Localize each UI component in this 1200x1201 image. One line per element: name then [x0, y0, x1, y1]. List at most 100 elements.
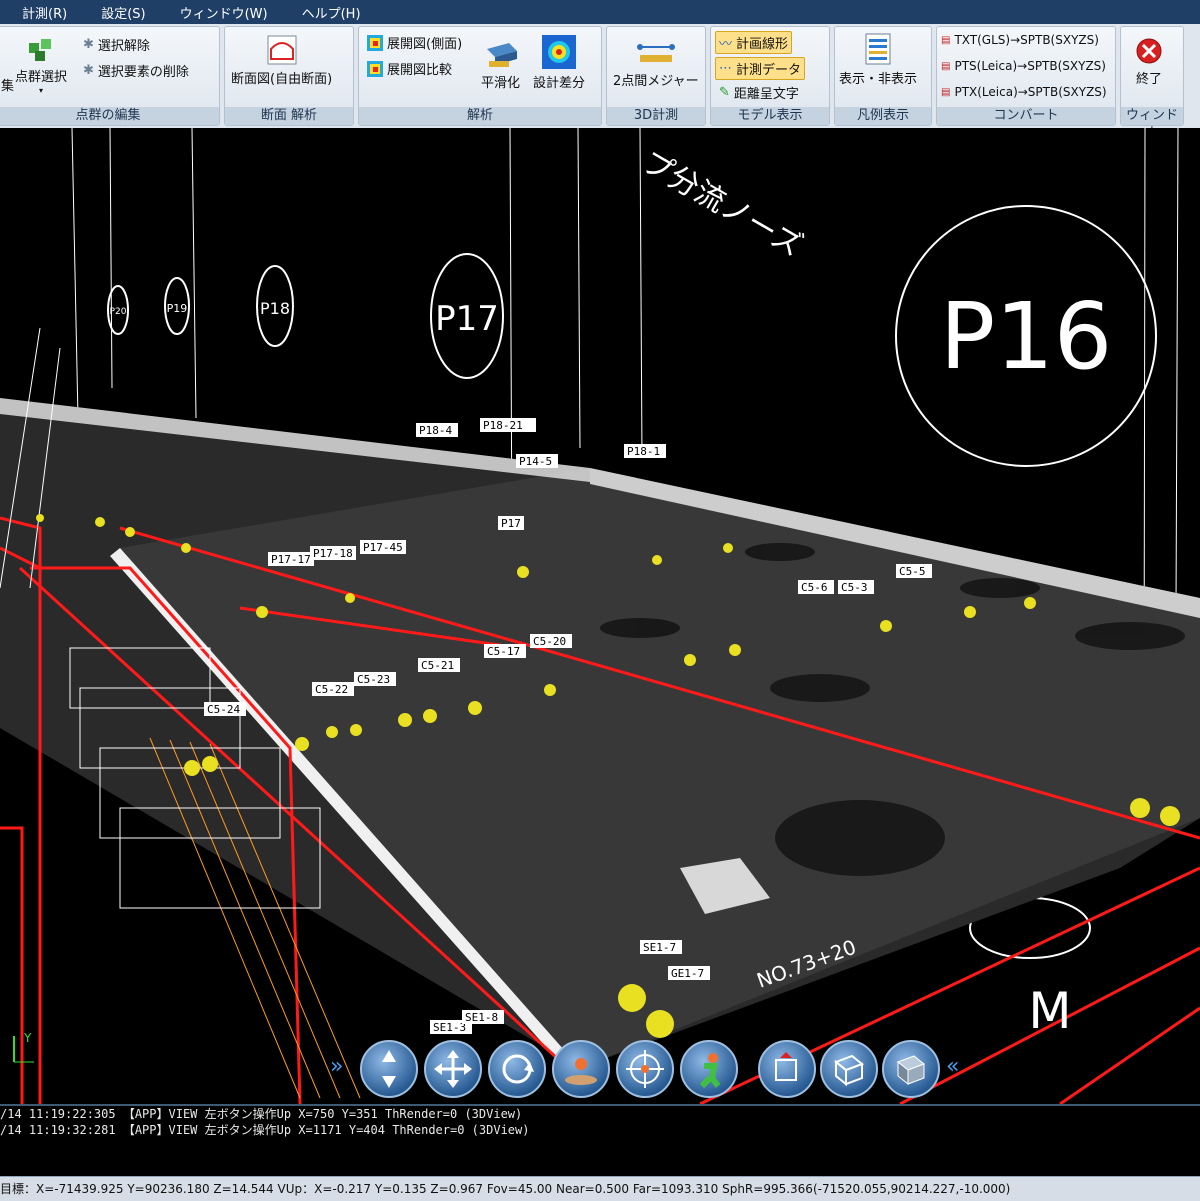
rotate-button[interactable]	[488, 1040, 546, 1098]
delete-icon: ✱	[83, 63, 94, 78]
rotate-icon	[502, 1054, 534, 1084]
heatmap-icon	[367, 34, 383, 51]
exit-icon	[1136, 38, 1162, 64]
walk-button[interactable]	[680, 1040, 738, 1098]
select-cut-button[interactable]: 集	[1, 75, 14, 94]
pier-label-p20: P20	[110, 307, 127, 317]
note-label: プ分流ノーズ	[636, 145, 808, 265]
section-icon	[267, 35, 297, 65]
status-bar: 目標：X=-71439.925 Y=90236.180 Z=14.544 VUp…	[0, 1176, 1200, 1201]
smoothing-button[interactable]: 平滑化	[481, 39, 520, 91]
zoom-button[interactable]	[360, 1040, 418, 1098]
view-solid-button[interactable]	[882, 1040, 940, 1098]
menu-settings[interactable]: 設定(S)	[101, 3, 145, 22]
log-line: /14 11:19:22:305 【APP】VIEW 左ボタン操作Up X=75…	[0, 1107, 523, 1121]
smoothing-icon	[486, 43, 517, 67]
tag: C5-3	[838, 580, 874, 594]
convert-txt-button[interactable]: ▤ TXT(GLS)→SPTB(SXYZS)	[941, 33, 1099, 47]
cubes-icon	[29, 39, 51, 61]
development-compare-button[interactable]: 展開図比較	[367, 59, 452, 78]
svg-text:C5-17: C5-17	[487, 645, 520, 658]
dots-icon: ⋯	[719, 61, 732, 76]
group-label: 凡例表示	[835, 107, 931, 125]
design-diff-icon	[542, 35, 576, 69]
walker-icon	[699, 1053, 721, 1089]
exit-label: 終了	[1135, 72, 1162, 87]
two-point-measure-button[interactable]: 2点間メジャー	[613, 39, 699, 89]
select-cut-label: 集	[1, 79, 15, 94]
text-icon: ✎	[719, 85, 730, 100]
tag: C5-21	[418, 658, 460, 672]
tag: C5-23	[354, 672, 396, 686]
pan-arrows-icon	[434, 1050, 472, 1088]
development-side-label: 展開図(側面)	[387, 37, 463, 52]
dropdown-arrow-icon: ▾	[39, 86, 44, 95]
pan-button[interactable]	[424, 1040, 482, 1098]
group-pointcloud-edit: 集 点群選択 ▾ ✱ 選択解除 ✱ 選択要素の削除 点群の編集	[0, 26, 220, 126]
group-analysis: 展開図(側面) 展開図比較 平滑化 設計差分 解析	[358, 26, 602, 126]
convert-ptx-button[interactable]: ▤ PTX(Leica)→SPTB(SXYZS)	[941, 85, 1107, 99]
group-model-display: 〰計画線形 ⋯ 計測データ ✎ 距離呈文字 モデル表示	[710, 26, 830, 126]
deselect-label: 選択解除	[97, 39, 150, 54]
axis-gizmo: Y	[13, 1031, 34, 1063]
svg-text:P17-17: P17-17	[271, 553, 311, 566]
tag: C5-6	[798, 580, 834, 594]
svg-text:C5-21: C5-21	[421, 659, 454, 672]
focus-target-button[interactable]	[616, 1040, 674, 1098]
convert-txt-label: TXT(GLS)→SPTB(SXYZS)	[954, 33, 1099, 47]
plan-alignment-button[interactable]: 〰計画線形	[715, 31, 793, 54]
tag: C5-22	[312, 682, 354, 696]
delete-selection-label: 選択要素の削除	[97, 65, 189, 80]
crosshair-icon	[626, 1050, 664, 1088]
group-legend: 表示・非表示 凡例表示	[834, 26, 932, 126]
group-label: 3D計測	[607, 107, 705, 125]
view-top-button[interactable]	[758, 1040, 816, 1098]
svg-text:C5-6: C5-6	[801, 581, 828, 594]
tag: P18-4	[416, 423, 458, 437]
group-label: 解析	[359, 107, 601, 125]
plan-alignment-label: 計画線形	[736, 37, 789, 52]
group-label: ウィンドウ	[1121, 107, 1183, 141]
group-3d-measure: 2点間メジャー 3D計測	[606, 26, 706, 126]
svg-text:P14-5: P14-5	[519, 455, 552, 468]
target-point-button[interactable]	[552, 1040, 610, 1098]
smoothing-label: 平滑化	[481, 76, 521, 91]
distance-text-button[interactable]: ✎ 距離呈文字	[719, 83, 799, 102]
svg-text:SE1-3: SE1-3	[433, 1021, 466, 1034]
show-hide-button[interactable]: 表示・非表示	[839, 33, 917, 87]
group-label: モデル表示	[711, 107, 829, 125]
svg-text:C5-22: C5-22	[315, 683, 348, 696]
view-perspective-button[interactable]	[820, 1040, 878, 1098]
menu-measure[interactable]: 計測(R)	[22, 3, 67, 22]
design-diff-button[interactable]: 設計差分	[533, 35, 585, 91]
development-side-button[interactable]: 展開図(側面)	[367, 33, 462, 52]
tag: C5-20	[530, 634, 572, 648]
target-person-icon	[565, 1058, 597, 1085]
menu-help[interactable]: ヘルプ(H)	[302, 3, 361, 22]
section-view-button[interactable]: 断面図(自由断面)	[231, 35, 332, 87]
scene-canvas[interactable]: P16 P17 P18 P19 P20 プ分流ノーズ P18-4 P18-21 …	[0, 128, 1200, 1104]
tag: P17-17	[268, 552, 314, 566]
measured-data-button[interactable]: ⋯ 計測データ	[715, 57, 806, 80]
3d-viewport[interactable]: P16 P17 P18 P19 P20 プ分流ノーズ P18-4 P18-21 …	[0, 128, 1200, 1104]
convert-pts-label: PTS(Leica)→SPTB(SXYZS)	[954, 59, 1106, 73]
convert-pts-button[interactable]: ▤ PTS(Leica)→SPTB(SXYZS)	[941, 59, 1106, 73]
two-point-measure-label: 2点間メジャー	[613, 74, 699, 89]
svg-text:C5-24: C5-24	[207, 703, 240, 716]
exit-button[interactable]: 終了	[1135, 37, 1163, 87]
pointcloud-select-button[interactable]: 点群選択 ▾	[15, 35, 67, 95]
svg-text:C5-23: C5-23	[357, 673, 390, 686]
deselect-button[interactable]: ✱ 選択解除	[83, 35, 150, 54]
menu-window[interactable]: ウィンドウ(W)	[180, 3, 268, 22]
log-panel[interactable]: /14 11:19:22:305 【APP】VIEW 左ボタン操作Up X=75…	[0, 1104, 1200, 1178]
show-hide-label: 表示・非表示	[839, 72, 918, 87]
solid-cube-icon	[897, 1055, 925, 1086]
log-line: /14 11:19:32:281 【APP】VIEW 左ボタン操作Up X=11…	[0, 1123, 530, 1137]
tag: C5-24	[204, 702, 246, 716]
group-window: 終了 ウィンドウ	[1120, 26, 1184, 141]
chevron-right-icon[interactable]: »	[330, 1054, 343, 1079]
pier-label-p19: P19	[167, 302, 188, 315]
chevron-left-icon[interactable]: «	[946, 1054, 959, 1079]
delete-selection-button[interactable]: ✱ 選択要素の削除	[83, 61, 189, 80]
deselect-icon: ✱	[83, 37, 94, 52]
